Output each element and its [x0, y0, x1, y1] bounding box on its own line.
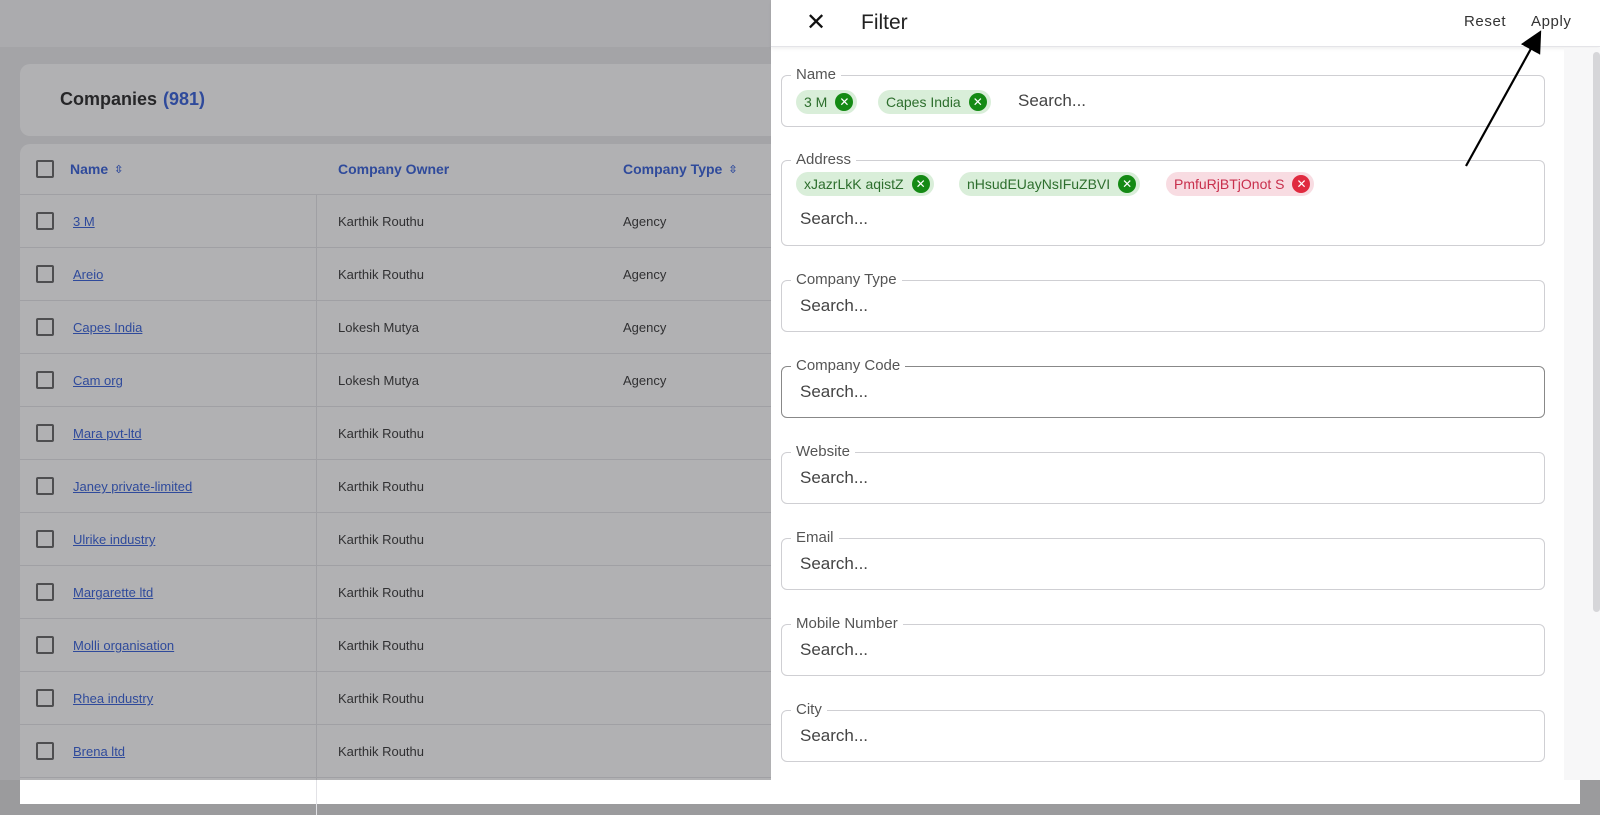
company-code-filter-label: Company Code [791, 357, 906, 374]
name-search-input[interactable] [1018, 91, 1518, 111]
chip-label: nHsudEUayNsIFuZBVI [967, 176, 1111, 192]
address-chip-invalid: PmfuRjBTjOnot S ✕ [1166, 172, 1315, 196]
remove-chip-icon[interactable]: ✕ [968, 93, 987, 111]
remove-chip-icon[interactable]: ✕ [1292, 175, 1311, 193]
mobile-number-filter-label: Mobile Number [791, 615, 903, 632]
chip-label: Capes India [886, 94, 961, 110]
website-search-input[interactable] [800, 468, 1500, 488]
address-chip: xJazrLkK aqistZ ✕ [796, 172, 934, 196]
address-chip: nHsudEUayNsIFuZBVI ✕ [959, 172, 1141, 196]
name-chip: 3 M ✕ [796, 90, 858, 114]
chip-label: xJazrLkK aqistZ [804, 176, 904, 192]
mobile-number-filter-field[interactable]: Mobile Number [781, 615, 1545, 676]
company-code-search-input[interactable] [800, 382, 1500, 402]
name-filter-label: Name [791, 66, 842, 83]
website-filter-field[interactable]: Website [781, 443, 1545, 504]
mobile-number-search-input[interactable] [800, 640, 1500, 660]
close-icon: ✕ [805, 9, 827, 36]
chip-label: 3 M [804, 94, 828, 110]
email-filter-field[interactable]: Email [781, 529, 1545, 590]
email-search-input[interactable] [800, 554, 1500, 574]
name-filter-field[interactable]: Name 3 M ✕ Capes India ✕ [781, 66, 1545, 127]
filter-fields: Name 3 M ✕ Capes India ✕ Address xJazrLk… [771, 48, 1547, 780]
remove-chip-icon[interactable]: ✕ [911, 175, 930, 193]
scrollbar-thumb[interactable] [1593, 52, 1600, 612]
city-filter-field[interactable]: City [781, 701, 1545, 762]
company-type-filter-label: Company Type [791, 271, 902, 288]
name-chip: Capes India ✕ [878, 90, 991, 114]
apply-button[interactable]: Apply [1531, 13, 1572, 30]
address-filter-label: Address [791, 151, 857, 168]
address-search-input[interactable] [800, 209, 1500, 229]
email-filter-label: Email [791, 529, 839, 546]
filter-title: Filter [861, 11, 908, 34]
remove-chip-icon[interactable]: ✕ [1118, 175, 1137, 193]
company-type-search-input[interactable] [800, 296, 1500, 316]
city-search-input[interactable] [800, 726, 1500, 746]
chip-label: PmfuRjBTjOnot S [1174, 176, 1285, 192]
website-filter-label: Website [791, 443, 855, 460]
close-button[interactable]: ✕ [801, 8, 831, 38]
city-filter-label: City [791, 701, 827, 718]
remove-chip-icon[interactable]: ✕ [835, 93, 854, 111]
filter-drawer: ✕ Filter Reset Apply Name 3 M ✕ Capes In… [771, 0, 1600, 780]
filter-header: ✕ Filter Reset Apply [771, 0, 1600, 47]
reset-button[interactable]: Reset [1464, 13, 1506, 30]
company-type-filter-field[interactable]: Company Type [781, 271, 1545, 332]
address-filter-field[interactable]: Address xJazrLkK aqistZ ✕ nHsudEUayNsIFu… [781, 151, 1545, 246]
company-code-filter-field[interactable]: Company Code [781, 357, 1545, 418]
